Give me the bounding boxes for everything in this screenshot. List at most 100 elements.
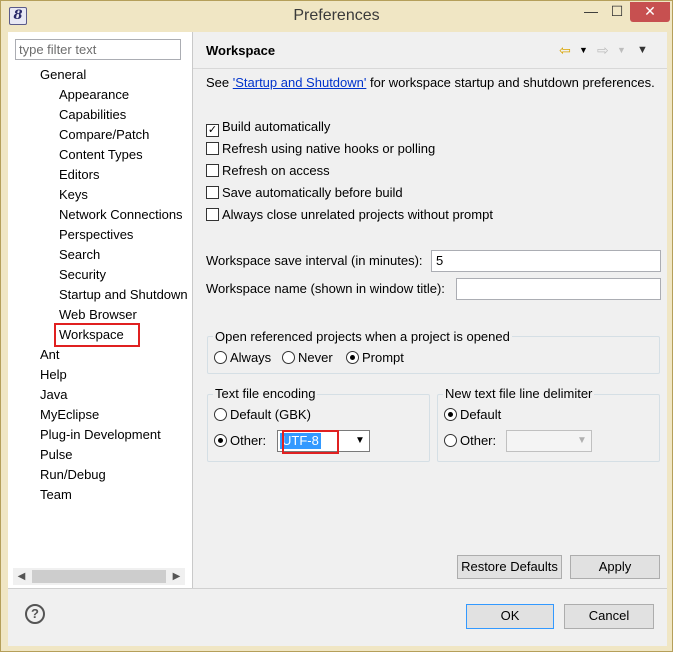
tree-item-team[interactable]: Team [40, 485, 72, 505]
tree-item-workspace[interactable]: Workspace [54, 323, 140, 347]
tree-item-help[interactable]: Help [40, 365, 67, 385]
chevron-down-icon[interactable]: ▼ [573, 431, 591, 451]
ok-button[interactable]: OK [466, 604, 554, 629]
open-prompt-radio[interactable]: Prompt [346, 349, 404, 367]
back-dropdown-icon[interactable]: ▼ [579, 41, 588, 59]
tree-item-compare-patch[interactable]: Compare/Patch [59, 125, 149, 145]
page-navigation: ⇦ ▼ ⇨ ▼ ▼ [559, 41, 659, 59]
open-never-label: Never [298, 350, 333, 365]
workspace-name-input[interactable] [456, 278, 661, 300]
build-automatically-checkbox[interactable]: ✓ Build automatically [206, 118, 331, 137]
radio-icon[interactable] [282, 351, 295, 364]
delimiter-other-label: Other: [460, 433, 497, 448]
minimize-button[interactable]: — [578, 2, 604, 22]
radio-selected-icon[interactable] [214, 434, 227, 447]
view-menu-icon[interactable]: ▼ [637, 41, 648, 59]
checkbox-icon[interactable] [206, 164, 219, 177]
preference-tree: General Appearance Capabilities Compare/… [8, 65, 192, 565]
restore-defaults-button[interactable]: Restore Defaults [457, 555, 562, 579]
open-never-radio[interactable]: Never [282, 349, 333, 367]
preference-tree-panel: General Appearance Capabilities Compare/… [8, 32, 192, 588]
save-before-build-label: Save automatically before build [222, 185, 403, 200]
forward-arrow-icon[interactable]: ⇨ [597, 41, 609, 59]
tree-item-appearance[interactable]: Appearance [59, 85, 129, 105]
checkbox-icon[interactable] [206, 142, 219, 155]
save-before-build-checkbox[interactable]: Save automatically before build [206, 184, 403, 202]
workspace-preference-page: Workspace ⇦ ▼ ⇨ ▼ ▼ See 'Startup and Shu… [193, 32, 667, 588]
delimiter-combo[interactable]: ▼ [506, 430, 592, 452]
encoding-default-label: Default (GBK) [230, 407, 311, 422]
open-referenced-projects-title: Open referenced projects when a project … [213, 329, 512, 345]
tree-item-perspectives[interactable]: Perspectives [59, 225, 133, 245]
startup-shutdown-link[interactable]: 'Startup and Shutdown' [233, 75, 367, 90]
cancel-button[interactable]: Cancel [564, 604, 654, 629]
refresh-native-hooks-checkbox[interactable]: Refresh using native hooks or polling [206, 140, 435, 158]
header-separator [193, 68, 667, 69]
tree-item-network-connections[interactable]: Network Connections [59, 205, 183, 225]
tree-item-keys[interactable]: Keys [59, 185, 88, 205]
tree-item-security[interactable]: Security [59, 265, 106, 285]
open-always-radio[interactable]: Always [214, 349, 271, 367]
scroll-left-icon[interactable]: ◀ [13, 568, 30, 585]
scrollbar-thumb[interactable] [32, 570, 166, 583]
save-interval-input[interactable]: 5 [431, 250, 661, 272]
filter-input[interactable] [15, 39, 181, 60]
intro-prefix: See [206, 75, 233, 90]
refresh-on-access-label: Refresh on access [222, 163, 330, 178]
checkbox-checked-icon[interactable]: ✓ [206, 124, 219, 137]
refresh-on-access-checkbox[interactable]: Refresh on access [206, 162, 330, 180]
apply-button[interactable]: Apply [570, 555, 660, 579]
tree-item-myeclipse[interactable]: MyEclipse [40, 405, 99, 425]
footer-separator [8, 588, 667, 589]
intro-suffix: for workspace startup and shutdown prefe… [366, 75, 655, 90]
open-always-label: Always [230, 350, 272, 365]
tree-horizontal-scrollbar[interactable]: ◀ ▶ [13, 568, 185, 585]
checkbox-icon[interactable] [206, 186, 219, 199]
refresh-native-hooks-label: Refresh using native hooks or polling [222, 141, 436, 156]
radio-icon[interactable] [444, 434, 457, 447]
encoding-other-label: Other: [230, 433, 267, 448]
highlight-box [282, 430, 339, 454]
tree-item-java[interactable]: Java [40, 385, 67, 405]
title-bar[interactable]: 8 Preferences — ☐ ✕ [1, 1, 672, 32]
open-prompt-label: Prompt [362, 350, 404, 365]
encoding-default-radio[interactable]: Default (GBK) [214, 406, 311, 424]
save-interval-label: Workspace save interval (in minutes): [206, 253, 423, 268]
intro-text: See 'Startup and Shutdown' for workspace… [206, 75, 655, 90]
window-title: Preferences [293, 7, 380, 24]
maximize-button[interactable]: ☐ [604, 2, 630, 22]
preferences-window: 8 Preferences — ☐ ✕ General Appearance C… [0, 0, 673, 652]
tree-item-web-browser[interactable]: Web Browser [59, 305, 137, 325]
tree-item-ant[interactable]: Ant [40, 345, 60, 365]
checkbox-icon[interactable] [206, 208, 219, 221]
tree-item-general[interactable]: General [40, 65, 86, 85]
workspace-name-label: Workspace name (shown in window title): [206, 281, 445, 296]
encoding-other-radio[interactable]: Other: [214, 432, 266, 450]
dialog-client-area: General Appearance Capabilities Compare/… [8, 32, 667, 646]
close-button[interactable]: ✕ [630, 2, 670, 22]
line-delimiter-title: New text file line delimiter [443, 386, 595, 402]
tree-item-plugin-development[interactable]: Plug-in Development [40, 425, 161, 445]
tree-item-run-debug[interactable]: Run/Debug [40, 465, 106, 485]
radio-icon[interactable] [214, 351, 227, 364]
tree-item-startup-and-shutdown[interactable]: Startup and Shutdown [59, 285, 188, 305]
delimiter-default-radio[interactable]: Default [444, 406, 501, 424]
tree-item-content-types[interactable]: Content Types [59, 145, 143, 165]
tree-item-search[interactable]: Search [59, 245, 100, 265]
radio-selected-icon[interactable] [346, 351, 359, 364]
delimiter-other-radio[interactable]: Other: [444, 432, 496, 450]
help-icon[interactable]: ? [25, 604, 45, 624]
back-arrow-icon[interactable]: ⇦ [559, 41, 571, 59]
tree-item-pulse[interactable]: Pulse [40, 445, 73, 465]
forward-dropdown-icon[interactable]: ▼ [617, 41, 626, 59]
close-unrelated-projects-checkbox[interactable]: Always close unrelated projects without … [206, 206, 493, 224]
tree-item-editors[interactable]: Editors [59, 165, 99, 185]
scroll-right-icon[interactable]: ▶ [168, 568, 185, 585]
radio-icon[interactable] [214, 408, 227, 421]
delimiter-value [509, 433, 513, 449]
radio-selected-icon[interactable] [444, 408, 457, 421]
chevron-down-icon[interactable]: ▼ [351, 431, 369, 451]
tree-item-capabilities[interactable]: Capabilities [59, 105, 126, 125]
build-automatically-label: Build automatically [222, 119, 331, 134]
text-encoding-title: Text file encoding [213, 386, 318, 402]
